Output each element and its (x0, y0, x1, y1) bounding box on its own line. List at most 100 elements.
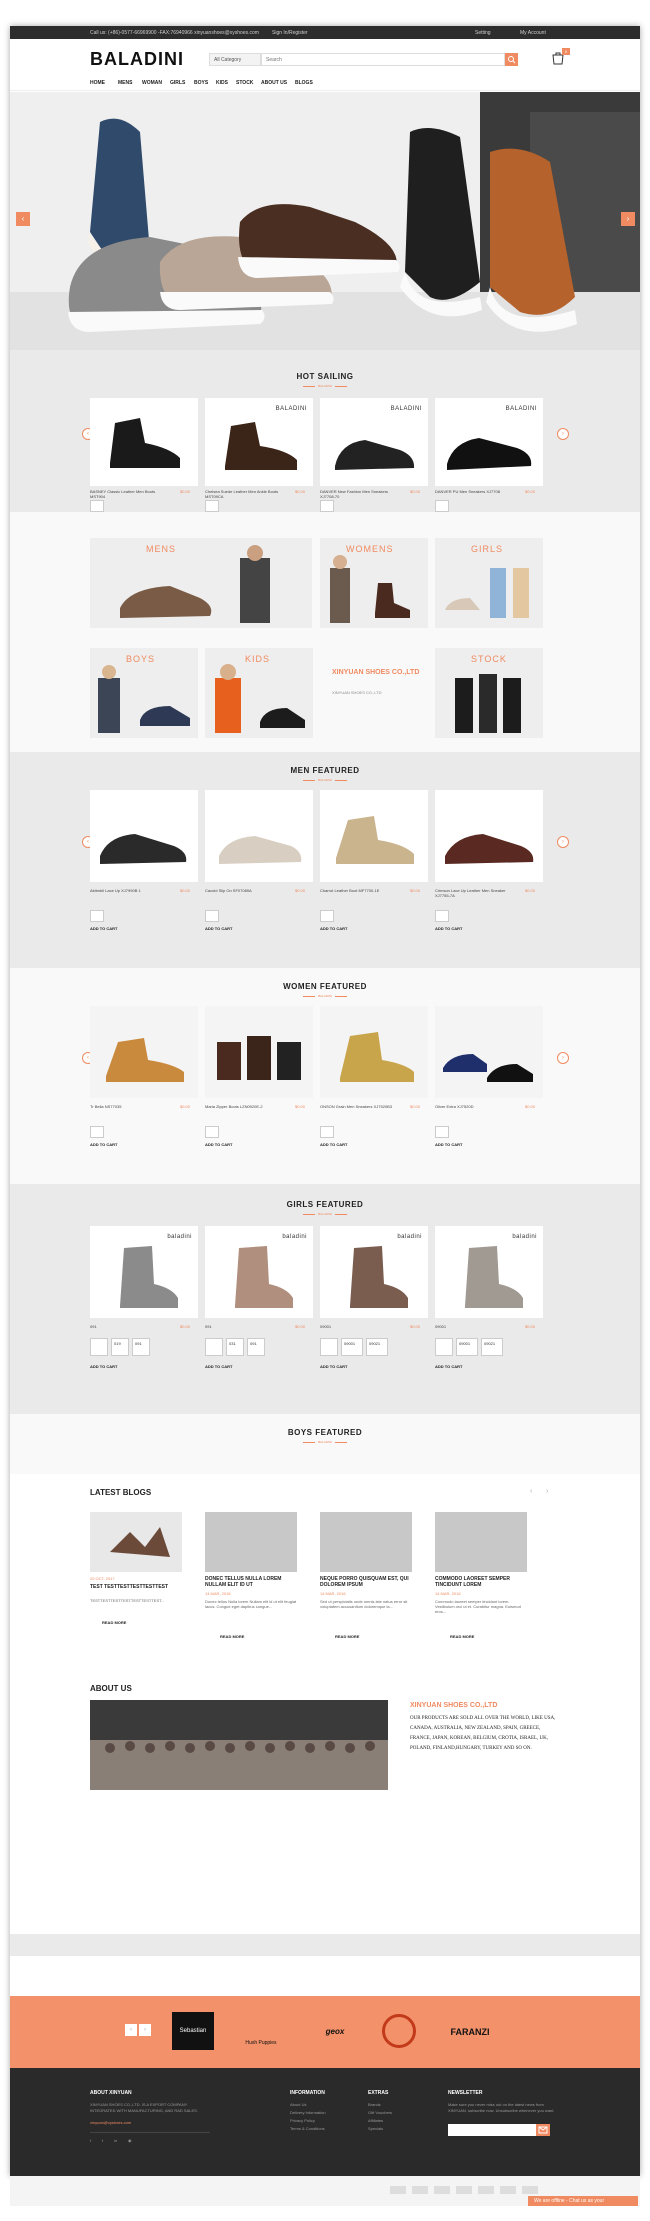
blog-image[interactable] (205, 1512, 297, 1572)
color-swatch[interactable] (205, 500, 219, 512)
size-swatch[interactable] (90, 1338, 108, 1356)
search-button[interactable] (505, 53, 518, 66)
hero-prev-button[interactable]: ‹ (16, 212, 30, 226)
nav-woman[interactable]: WOMAN (142, 80, 162, 86)
product-card[interactable] (90, 398, 198, 486)
nav-blogs[interactable]: BLOGS (295, 80, 313, 86)
banner-womens[interactable]: WOMENS (320, 538, 428, 628)
add-to-cart-button[interactable]: ADD TO CART (205, 1142, 232, 1147)
product-card[interactable] (90, 790, 198, 882)
brands-next-button[interactable]: › (139, 2024, 151, 2036)
brand-logo[interactable] (515, 2012, 549, 2050)
add-to-cart-button[interactable]: ADD TO CART (90, 1364, 117, 1369)
product-name[interactable]: Maria Zipper Boots LZN0920E-2 (205, 1104, 285, 1109)
blog-image[interactable] (320, 1512, 412, 1572)
color-swatch[interactable] (320, 910, 334, 922)
size-swatch[interactable] (435, 1338, 453, 1356)
size-swatch[interactable]: 019 (111, 1338, 129, 1356)
blog-title[interactable]: COMMODO LAOREET SEMPER TINCIDUNT LOREM (435, 1576, 527, 1588)
color-swatch[interactable] (205, 1126, 219, 1138)
category-select[interactable]: All Category (209, 53, 261, 66)
product-card[interactable] (205, 790, 313, 882)
product-name[interactable]: 091 (205, 1324, 285, 1329)
footer-info-link[interactable]: Terms & Conditions (290, 2126, 325, 2131)
product-card[interactable] (320, 790, 428, 882)
setting-dropdown[interactable]: Setting (475, 30, 491, 36)
add-to-cart-button[interactable]: ADD TO CART (320, 1142, 347, 1147)
banner-girls[interactable]: GIRLS (435, 538, 543, 628)
nav-about[interactable]: ABOUT US (261, 80, 287, 86)
color-swatch[interactable] (320, 500, 334, 512)
color-swatch[interactable] (435, 910, 449, 922)
nav-stock[interactable]: STOCK (236, 80, 253, 86)
product-card[interactable]: baladini (205, 1226, 313, 1318)
product-name[interactable]: Crimson Lace Up Leather Men Sneaker XJ77… (435, 888, 515, 898)
product-name[interactable]: 09001 (320, 1324, 400, 1329)
product-card[interactable] (90, 1006, 198, 1098)
product-card[interactable] (320, 1006, 428, 1098)
brands-prev-button[interactable]: ‹ (125, 2024, 137, 2036)
logo[interactable]: BALADINI (90, 49, 184, 70)
brand-logo[interactable]: Sebastian (172, 2012, 214, 2050)
login-link[interactable]: Sign In/Register (272, 30, 308, 36)
hot-next-button[interactable]: › (557, 428, 569, 440)
read-more-button[interactable]: READ MORE (450, 1634, 474, 1639)
newsletter-email-input[interactable] (448, 2124, 536, 2136)
rss-icon[interactable]: ◉ (128, 2138, 132, 2143)
product-name[interactable]: 09001 (435, 1324, 515, 1329)
product-card[interactable] (435, 790, 543, 882)
product-name[interactable]: ONSON Grain Men Sneakers XJ7520B3 (320, 1104, 400, 1109)
product-name[interactable]: Cavold Slip On SF07089A (205, 888, 285, 893)
banner-mens[interactable]: MENS (90, 538, 312, 628)
add-to-cart-button[interactable]: ADD TO CART (435, 1364, 462, 1369)
add-to-cart-button[interactable]: ADD TO CART (205, 1364, 232, 1369)
blog-image[interactable] (435, 1512, 527, 1572)
product-name[interactable]: Aktimbil Lace Up XJ7990B 1 (90, 888, 170, 893)
size-swatch[interactable]: 09021 (481, 1338, 503, 1356)
color-swatch[interactable] (90, 1126, 104, 1138)
men-next-button[interactable]: › (557, 836, 569, 848)
color-swatch[interactable] (90, 910, 104, 922)
product-card[interactable]: baladini (435, 1226, 543, 1318)
read-more-button[interactable]: READ MORE (102, 1620, 126, 1625)
size-swatch[interactable] (320, 1338, 338, 1356)
blog-title[interactable]: TEST TESTTESTTESTTESTTEST (90, 1584, 182, 1590)
color-swatch[interactable] (320, 1126, 334, 1138)
size-swatch[interactable]: 09001 (341, 1338, 363, 1356)
blog-title[interactable]: DONEC TELLUS NULLA LOREM NULLAM ELIT ID … (205, 1576, 297, 1588)
blog-title[interactable]: NEQUE PORRO QUISQUAM EST, QUI DOLOREM IP… (320, 1576, 412, 1588)
add-to-cart-button[interactable]: ADD TO CART (205, 926, 232, 931)
product-name[interactable]: BASNEY Classic Leather Men Boots MST904 (90, 489, 170, 499)
color-swatch[interactable] (90, 500, 104, 512)
product-card[interactable]: baladini (90, 1226, 198, 1318)
linkedin-icon[interactable]: in (114, 2138, 117, 2143)
banner-kids[interactable]: KIDS (205, 648, 313, 738)
add-to-cart-button[interactable]: ADD TO CART (90, 1142, 117, 1147)
product-name[interactable]: Chelsea Suede Leather Men Ankle Boots MS… (205, 489, 285, 499)
size-swatch[interactable]: 09021 (366, 1338, 388, 1356)
product-name[interactable]: Charrot Leather Boot MF7700-1E (320, 888, 400, 893)
footer-extras-link[interactable]: Gift Vouchers (368, 2110, 392, 2115)
footer-extras-link[interactable]: Specials (368, 2126, 383, 2131)
brand-logo[interactable]: Hush Puppies (236, 2014, 286, 2050)
color-swatch[interactable] (435, 500, 449, 512)
blog-image[interactable] (90, 1512, 182, 1572)
add-to-cart-button[interactable]: ADD TO CART (435, 926, 462, 931)
nav-mens[interactable]: MENS (118, 80, 132, 86)
blogs-next-button[interactable]: › (546, 1488, 548, 1495)
product-name[interactable]: Tr Bella NS77035 (90, 1104, 170, 1109)
women-next-button[interactable]: › (557, 1052, 569, 1064)
size-swatch[interactable]: 09001 (456, 1338, 478, 1356)
product-card[interactable]: BALADINI (205, 398, 313, 486)
nav-girls[interactable]: GIRLS (170, 80, 185, 86)
search-input[interactable] (261, 53, 505, 66)
nav-kids[interactable]: KIDS (216, 80, 228, 86)
color-swatch[interactable] (205, 910, 219, 922)
banner-boys[interactable]: BOYS (90, 648, 198, 738)
facebook-icon[interactable]: f (90, 2138, 91, 2143)
footer-extras-link[interactable]: Affiliates (368, 2118, 383, 2123)
banner-stock[interactable]: STOCK (435, 648, 543, 738)
nav-boys[interactable]: BOYS (194, 80, 208, 86)
size-swatch[interactable]: 091 (132, 1338, 150, 1356)
brand-logo[interactable]: FARANZI (440, 2016, 500, 2048)
